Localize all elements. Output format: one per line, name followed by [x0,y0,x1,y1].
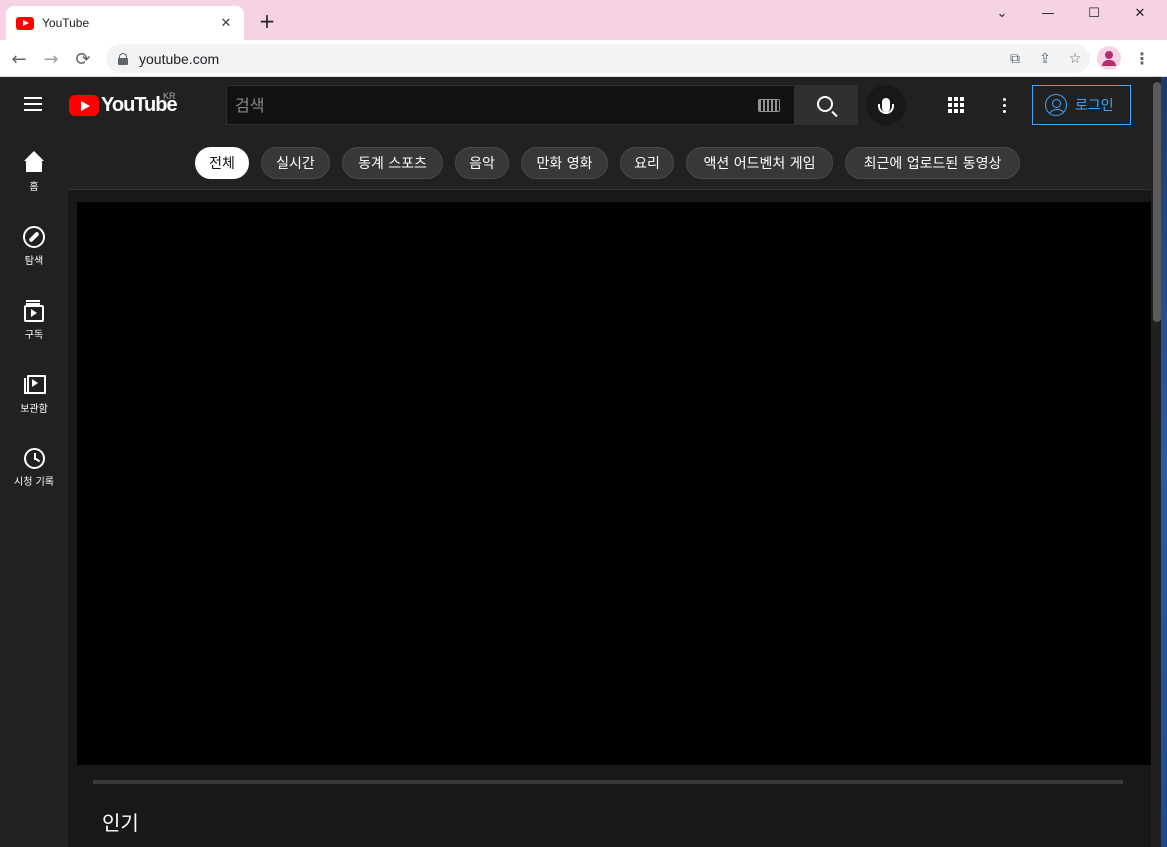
masthead: YouTube KR 로그인 [0,77,1151,133]
home-icon [22,151,46,174]
chips-bar: 전체 실시간 동계 스포츠 음악 만화 영화 요리 액션 어드벤처 게임 최근에… [68,133,1151,190]
section-title: 인기 [102,811,139,835]
new-tab-button[interactable]: + [256,10,278,32]
youtube-app: YouTube KR 로그인 홈 탐색 [0,77,1153,847]
voice-search-button[interactable] [866,85,906,125]
guide-item-label: 탐색 [24,256,44,267]
hamburger-menu-icon[interactable] [21,93,45,117]
chip-cooking[interactable]: 요리 [620,147,674,179]
search-button[interactable] [794,85,858,125]
chip-music[interactable]: 음악 [455,147,509,179]
guide-item-label: 홈 [29,182,39,193]
guide-item-home[interactable]: 홈 [0,133,68,193]
browser-menu-icon[interactable]: ⋮ [1130,46,1154,70]
desktop-edge [1161,77,1167,847]
tab-close-icon[interactable]: ✕ [216,13,236,33]
maximize-button[interactable]: ☐ [1071,0,1117,26]
history-icon [23,448,45,469]
country-code: KR [163,91,176,101]
search-box [226,85,795,125]
open-in-app-icon[interactable]: ⧉ [1000,44,1030,73]
tab-title: YouTube [42,16,90,30]
guide-item-label: 시청 기록 [14,477,54,488]
explore-icon [23,226,45,248]
minimize-button[interactable]: — [1025,0,1071,26]
chip-animation[interactable]: 만화 영화 [521,147,608,179]
section-divider [93,780,1123,784]
guide-item-subscriptions[interactable]: 구독 [0,281,68,341]
youtube-logo[interactable]: YouTube [69,94,178,116]
more-options-icon[interactable] [992,93,1016,117]
chip-all[interactable]: 전체 [195,147,249,179]
subscriptions-icon [22,299,46,322]
apps-grid-icon[interactable] [944,93,968,117]
microphone-icon [878,98,894,114]
chip-action-adventure-games[interactable]: 액션 어드벤처 게임 [686,147,833,179]
guide-item-library[interactable]: 보관함 [0,355,68,415]
guide-item-label: 보관함 [20,404,48,415]
search-icon [816,95,833,112]
reload-button[interactable]: ⟳ [69,45,97,73]
chip-live[interactable]: 실시간 [261,147,330,179]
youtube-favicon-icon [16,16,34,30]
chip-winter-sports[interactable]: 동계 스포츠 [342,147,443,179]
masthead-ad-banner[interactable] [77,202,1153,765]
forward-button[interactable]: → [37,45,65,73]
signin-button[interactable]: 로그인 [1032,85,1131,125]
lock-icon[interactable] [118,52,128,65]
library-icon [22,373,46,396]
browser-toolbar: ← → ⟳ youtube.com ⧉ ⇪ ☆ ⋮ [0,40,1167,77]
signin-label: 로그인 [1075,98,1114,114]
guide-item-history[interactable]: 시청 기록 [0,429,68,489]
bookmark-star-icon[interactable]: ☆ [1060,44,1090,73]
browser-tab[interactable]: YouTube ✕ [6,6,244,40]
url-text[interactable]: youtube.com [139,51,1000,67]
profile-avatar-icon[interactable] [1097,46,1121,70]
guide-item-explore[interactable]: 탐색 [0,207,68,267]
address-bar[interactable]: youtube.com ⧉ ⇪ ☆ [106,44,1090,73]
keyboard-icon[interactable] [758,98,780,112]
main-content: 인기 [68,190,1153,847]
share-icon[interactable]: ⇪ [1030,44,1060,73]
account-circle-icon [1045,94,1067,116]
chip-recently-uploaded[interactable]: 최근에 업로드된 동영상 [845,147,1020,179]
youtube-play-icon [69,94,99,116]
browser-titlebar: YouTube ✕ + ⌄ — ☐ ✕ [0,0,1167,40]
scrollbar-thumb[interactable] [1153,82,1161,322]
mini-guide: 홈 탐색 구독 보관함 시청 기록 [0,133,68,847]
tab-search-chevron-icon[interactable]: ⌄ [979,0,1025,26]
search-input[interactable] [227,86,758,124]
back-button[interactable]: ← [5,45,33,73]
close-window-button[interactable]: ✕ [1117,0,1163,26]
guide-item-label: 구독 [24,330,44,341]
